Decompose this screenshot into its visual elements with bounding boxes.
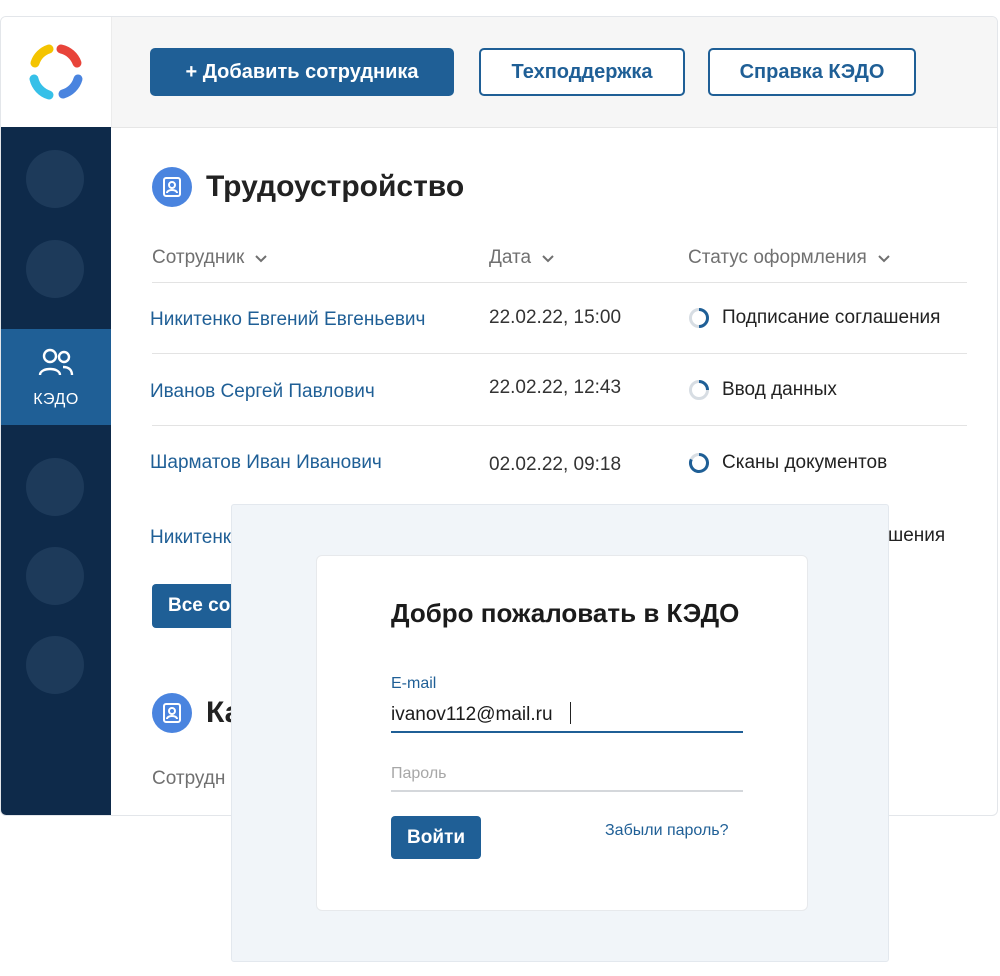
row-divider xyxy=(152,353,967,354)
row-status: Подписание соглашения xyxy=(688,307,940,329)
row-status: Ввод данных xyxy=(688,379,837,401)
progress-ring-icon xyxy=(689,308,709,328)
employee-name-link[interactable]: Шарматов Иван Иванович xyxy=(150,452,382,474)
page-title: Трудоустройство xyxy=(206,170,465,203)
column-employee[interactable]: Сотрудник xyxy=(152,247,268,269)
row-status-label: шения xyxy=(888,525,946,546)
row-status-label: Ввод данных xyxy=(722,379,837,400)
text-caret xyxy=(570,702,571,724)
email-field[interactable] xyxy=(391,699,743,733)
sidebar-item-4[interactable] xyxy=(26,458,84,516)
sidebar: КЭДО xyxy=(1,127,111,815)
users-icon xyxy=(38,348,74,376)
support-button[interactable]: Техподдержка xyxy=(479,48,685,96)
row-divider xyxy=(152,282,967,283)
row-date: 22.02.22, 15:00 xyxy=(489,307,622,328)
login-button[interactable]: Войти xyxy=(391,816,481,859)
sidebar-item-5[interactable] xyxy=(26,547,84,605)
logo[interactable] xyxy=(1,17,112,127)
forgot-password-link[interactable]: Забыли пароль? xyxy=(605,822,729,840)
employee-name-link[interactable]: Иванов Сергей Павлович xyxy=(150,381,375,403)
sidebar-item-label: КЭДО xyxy=(33,391,79,408)
column-status[interactable]: Статус оформления xyxy=(688,247,891,269)
login-card: Добро пожаловать в КЭДО E-mail Войти Заб… xyxy=(316,555,808,911)
chevron-down-icon xyxy=(542,255,554,263)
employment-header: Трудоустройство xyxy=(152,167,464,207)
sidebar-item-6[interactable] xyxy=(26,636,84,694)
column-employee-label: Сотрудник xyxy=(152,247,245,268)
row-date: 22.02.22, 12:43 xyxy=(489,377,622,398)
row-status-label: Сканы документов xyxy=(722,452,888,473)
top-bar: + Добавить сотрудника Техподдержка Справ… xyxy=(1,17,997,128)
row-divider xyxy=(152,425,967,426)
column-date-label: Дата xyxy=(489,247,532,268)
logo-icon xyxy=(29,44,83,100)
contact-card-icon xyxy=(152,693,192,733)
progress-ring-icon xyxy=(689,453,709,473)
contact-card-icon xyxy=(152,167,192,207)
column-date[interactable]: Дата xyxy=(489,247,555,269)
column-status-label: Статус оформления xyxy=(688,247,867,268)
password-field[interactable] xyxy=(391,758,743,792)
email-label: E-mail xyxy=(391,675,437,692)
chevron-down-icon xyxy=(255,255,268,263)
help-button[interactable]: Справка КЭДО xyxy=(708,48,916,96)
employee-name-link[interactable]: Никитенко Евгений Евгеньевич xyxy=(150,309,425,331)
row-status: Сканы документов xyxy=(688,452,887,474)
progress-ring-icon xyxy=(689,380,709,400)
login-title: Добро пожаловать в КЭДО xyxy=(391,598,740,628)
chevron-down-icon xyxy=(878,255,890,263)
second-section-header: Ка xyxy=(152,693,241,733)
sidebar-item-kedo[interactable]: КЭДО xyxy=(1,329,111,425)
add-employee-button[interactable]: + Добавить сотрудника xyxy=(150,48,454,96)
login-overlay: Добро пожаловать в КЭДО E-mail Войти Заб… xyxy=(231,504,889,962)
employee-name-link[interactable]: Никитенк xyxy=(150,527,231,549)
column-employee[interactable]: Сотрудн xyxy=(152,768,225,790)
row-status-label: Подписание соглашения xyxy=(722,307,941,328)
sidebar-item-1[interactable] xyxy=(26,150,84,208)
row-date: 02.02.22, 09:18 xyxy=(489,454,622,475)
sidebar-item-2[interactable] xyxy=(26,240,84,298)
